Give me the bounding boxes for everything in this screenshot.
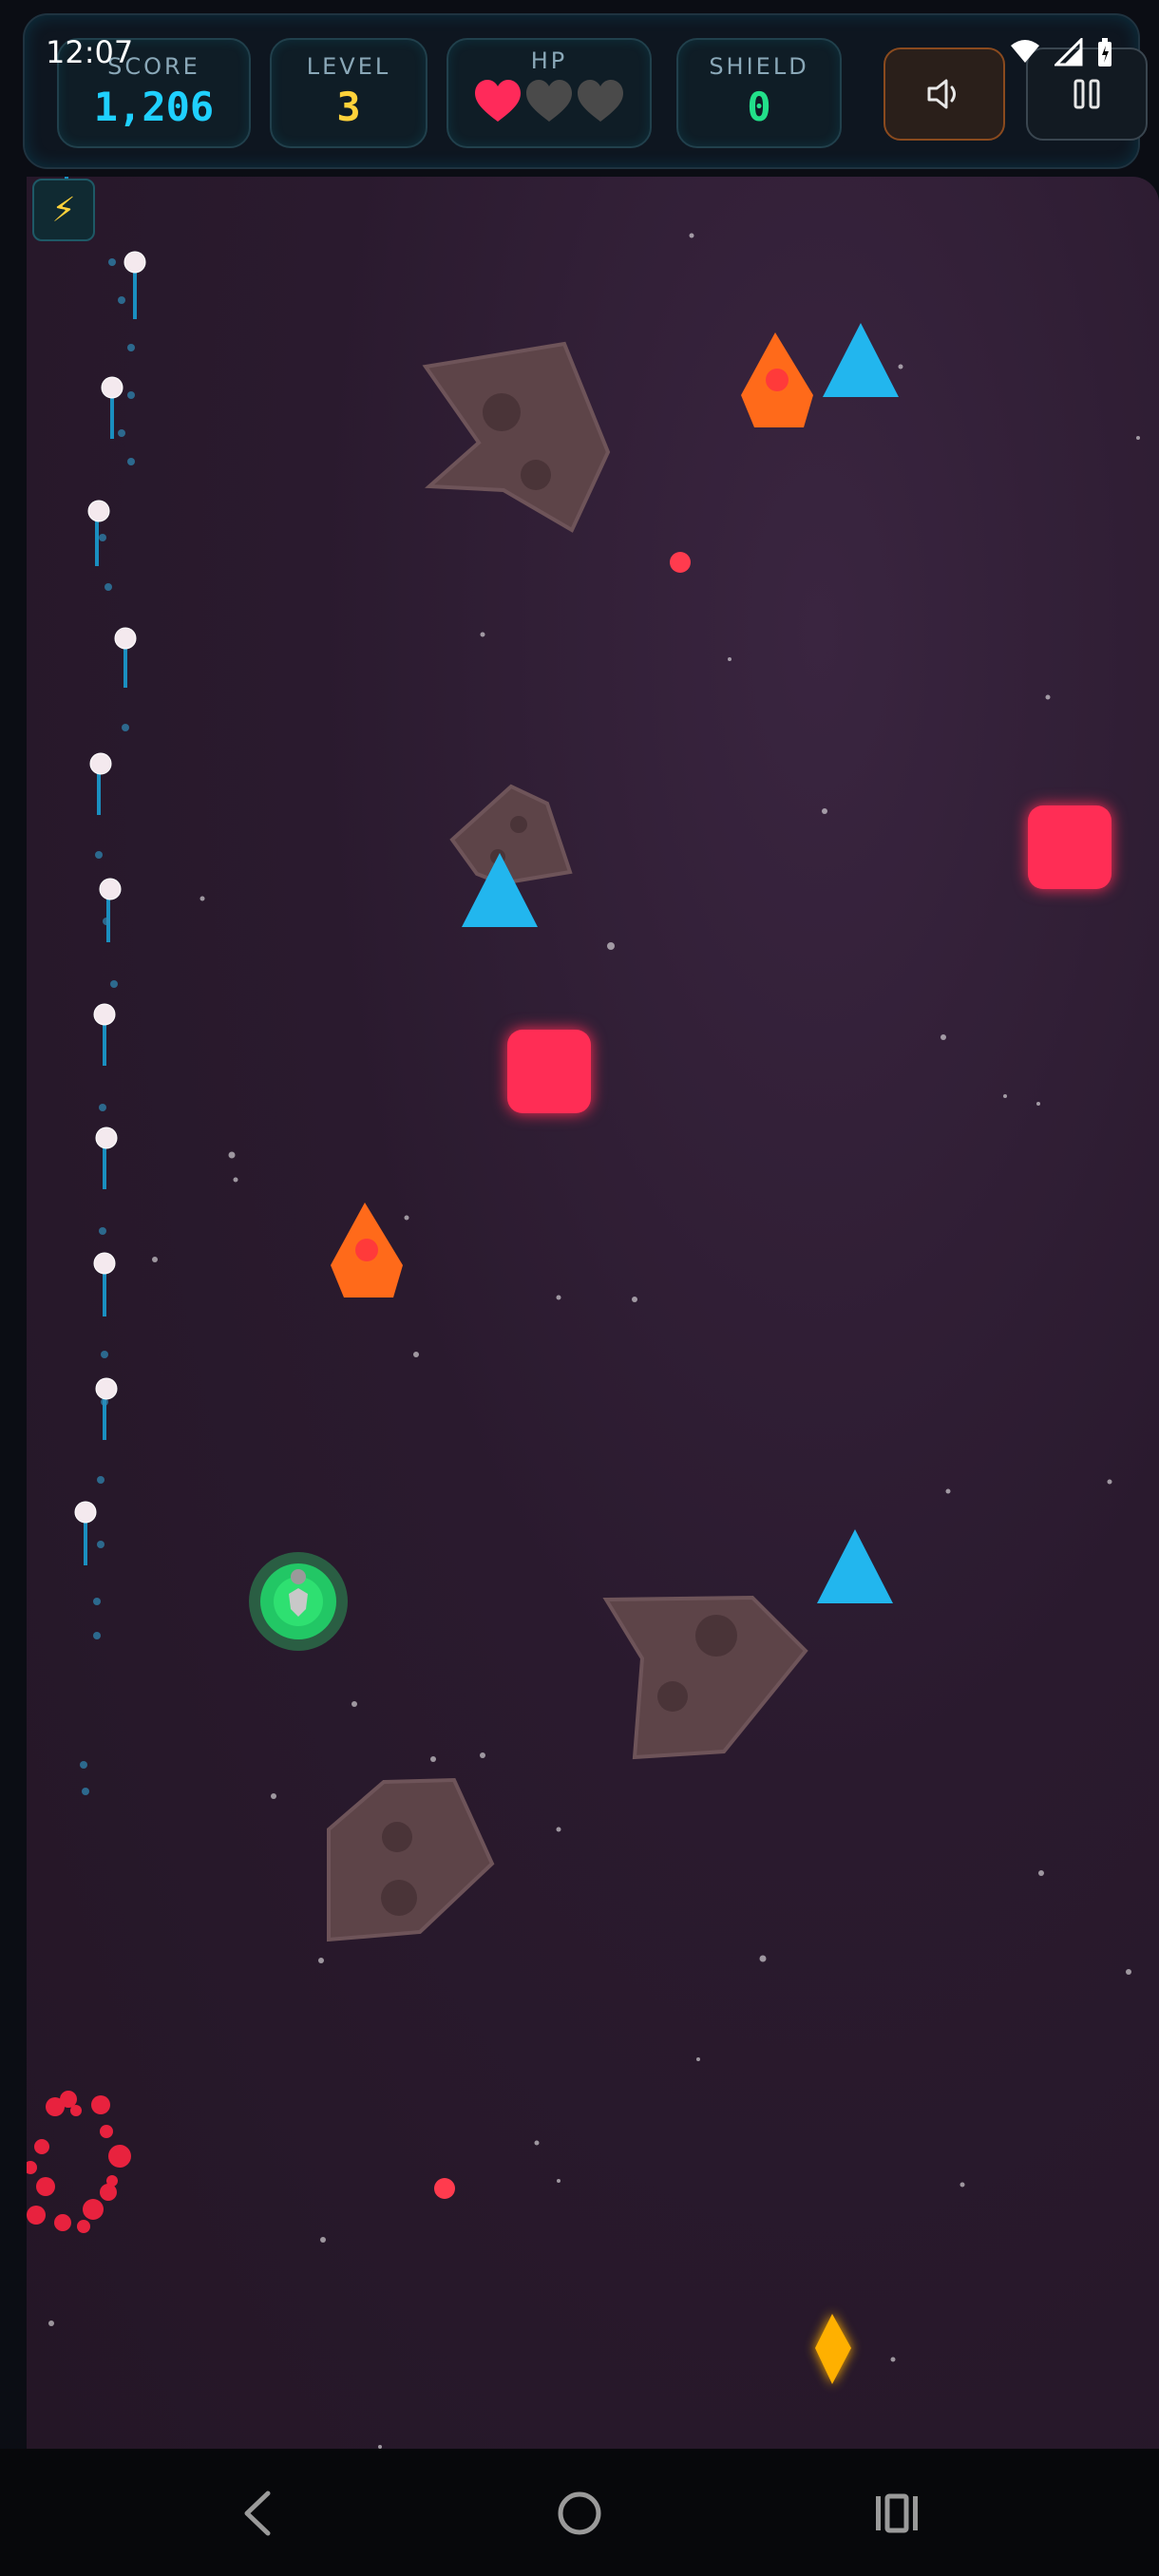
game-playfield[interactable] xyxy=(27,177,1159,2449)
recents-icon xyxy=(876,2493,918,2533)
level-label: LEVEL xyxy=(306,53,391,80)
enemy-squares xyxy=(507,805,1112,1113)
shield-label: SHIELD xyxy=(709,53,809,80)
asteroids xyxy=(327,341,808,1942)
enemy-square xyxy=(507,1030,591,1113)
player-ship xyxy=(249,1552,348,1651)
asteroid-large-top xyxy=(422,341,611,533)
heart-empty-icon xyxy=(578,80,623,122)
hp-panel: HP xyxy=(446,38,652,148)
enemy-triangle xyxy=(817,1529,893,1603)
asteroid-large-lower xyxy=(602,1595,808,1760)
battery-icon xyxy=(1098,38,1112,66)
signal-icon xyxy=(1054,38,1083,66)
system-nav-bar xyxy=(0,2449,1159,2576)
bullet-trail xyxy=(65,177,146,1795)
nav-back-button[interactable] xyxy=(220,2475,296,2551)
status-icons xyxy=(1009,38,1113,68)
heart-empty-icon xyxy=(526,80,572,122)
shield-panel: SHIELD 0 xyxy=(676,38,842,148)
hp-hearts xyxy=(448,78,650,131)
level-value: 3 xyxy=(336,84,361,130)
hud-bar: SCORE 1,206 LEVEL 3 HP SHIELD 0 xyxy=(23,13,1148,169)
level-panel: LEVEL 3 xyxy=(270,38,428,148)
asteroid-small-mid xyxy=(449,784,573,886)
wifi-icon xyxy=(1011,40,1039,63)
back-icon xyxy=(244,2491,271,2536)
enemy-triangle xyxy=(823,323,899,397)
asteroid-bottom xyxy=(327,1777,495,1942)
home-icon xyxy=(558,2491,601,2535)
status-clock: 12:07 xyxy=(46,34,134,70)
explosion xyxy=(27,2091,131,2233)
game-scene xyxy=(27,177,1140,2449)
enemy-bullets xyxy=(434,552,691,2199)
score-value: 1,206 xyxy=(93,84,215,130)
star-field xyxy=(48,233,1140,2449)
shield-value: 0 xyxy=(747,84,771,130)
lightning-bolt-icon: ⚡ xyxy=(32,179,95,241)
nav-home-button[interactable] xyxy=(542,2475,618,2551)
pause-icon xyxy=(1074,79,1100,109)
enemy-drop xyxy=(741,332,813,427)
hp-label: HP xyxy=(530,47,568,74)
enemy-drop xyxy=(331,1203,403,1297)
speaker-icon xyxy=(927,79,956,109)
nav-recents-button[interactable] xyxy=(859,2475,935,2551)
gem-pickup xyxy=(815,2314,851,2384)
sound-button[interactable] xyxy=(884,47,1005,141)
heart-icon xyxy=(475,80,521,122)
enemy-square xyxy=(1028,805,1112,889)
